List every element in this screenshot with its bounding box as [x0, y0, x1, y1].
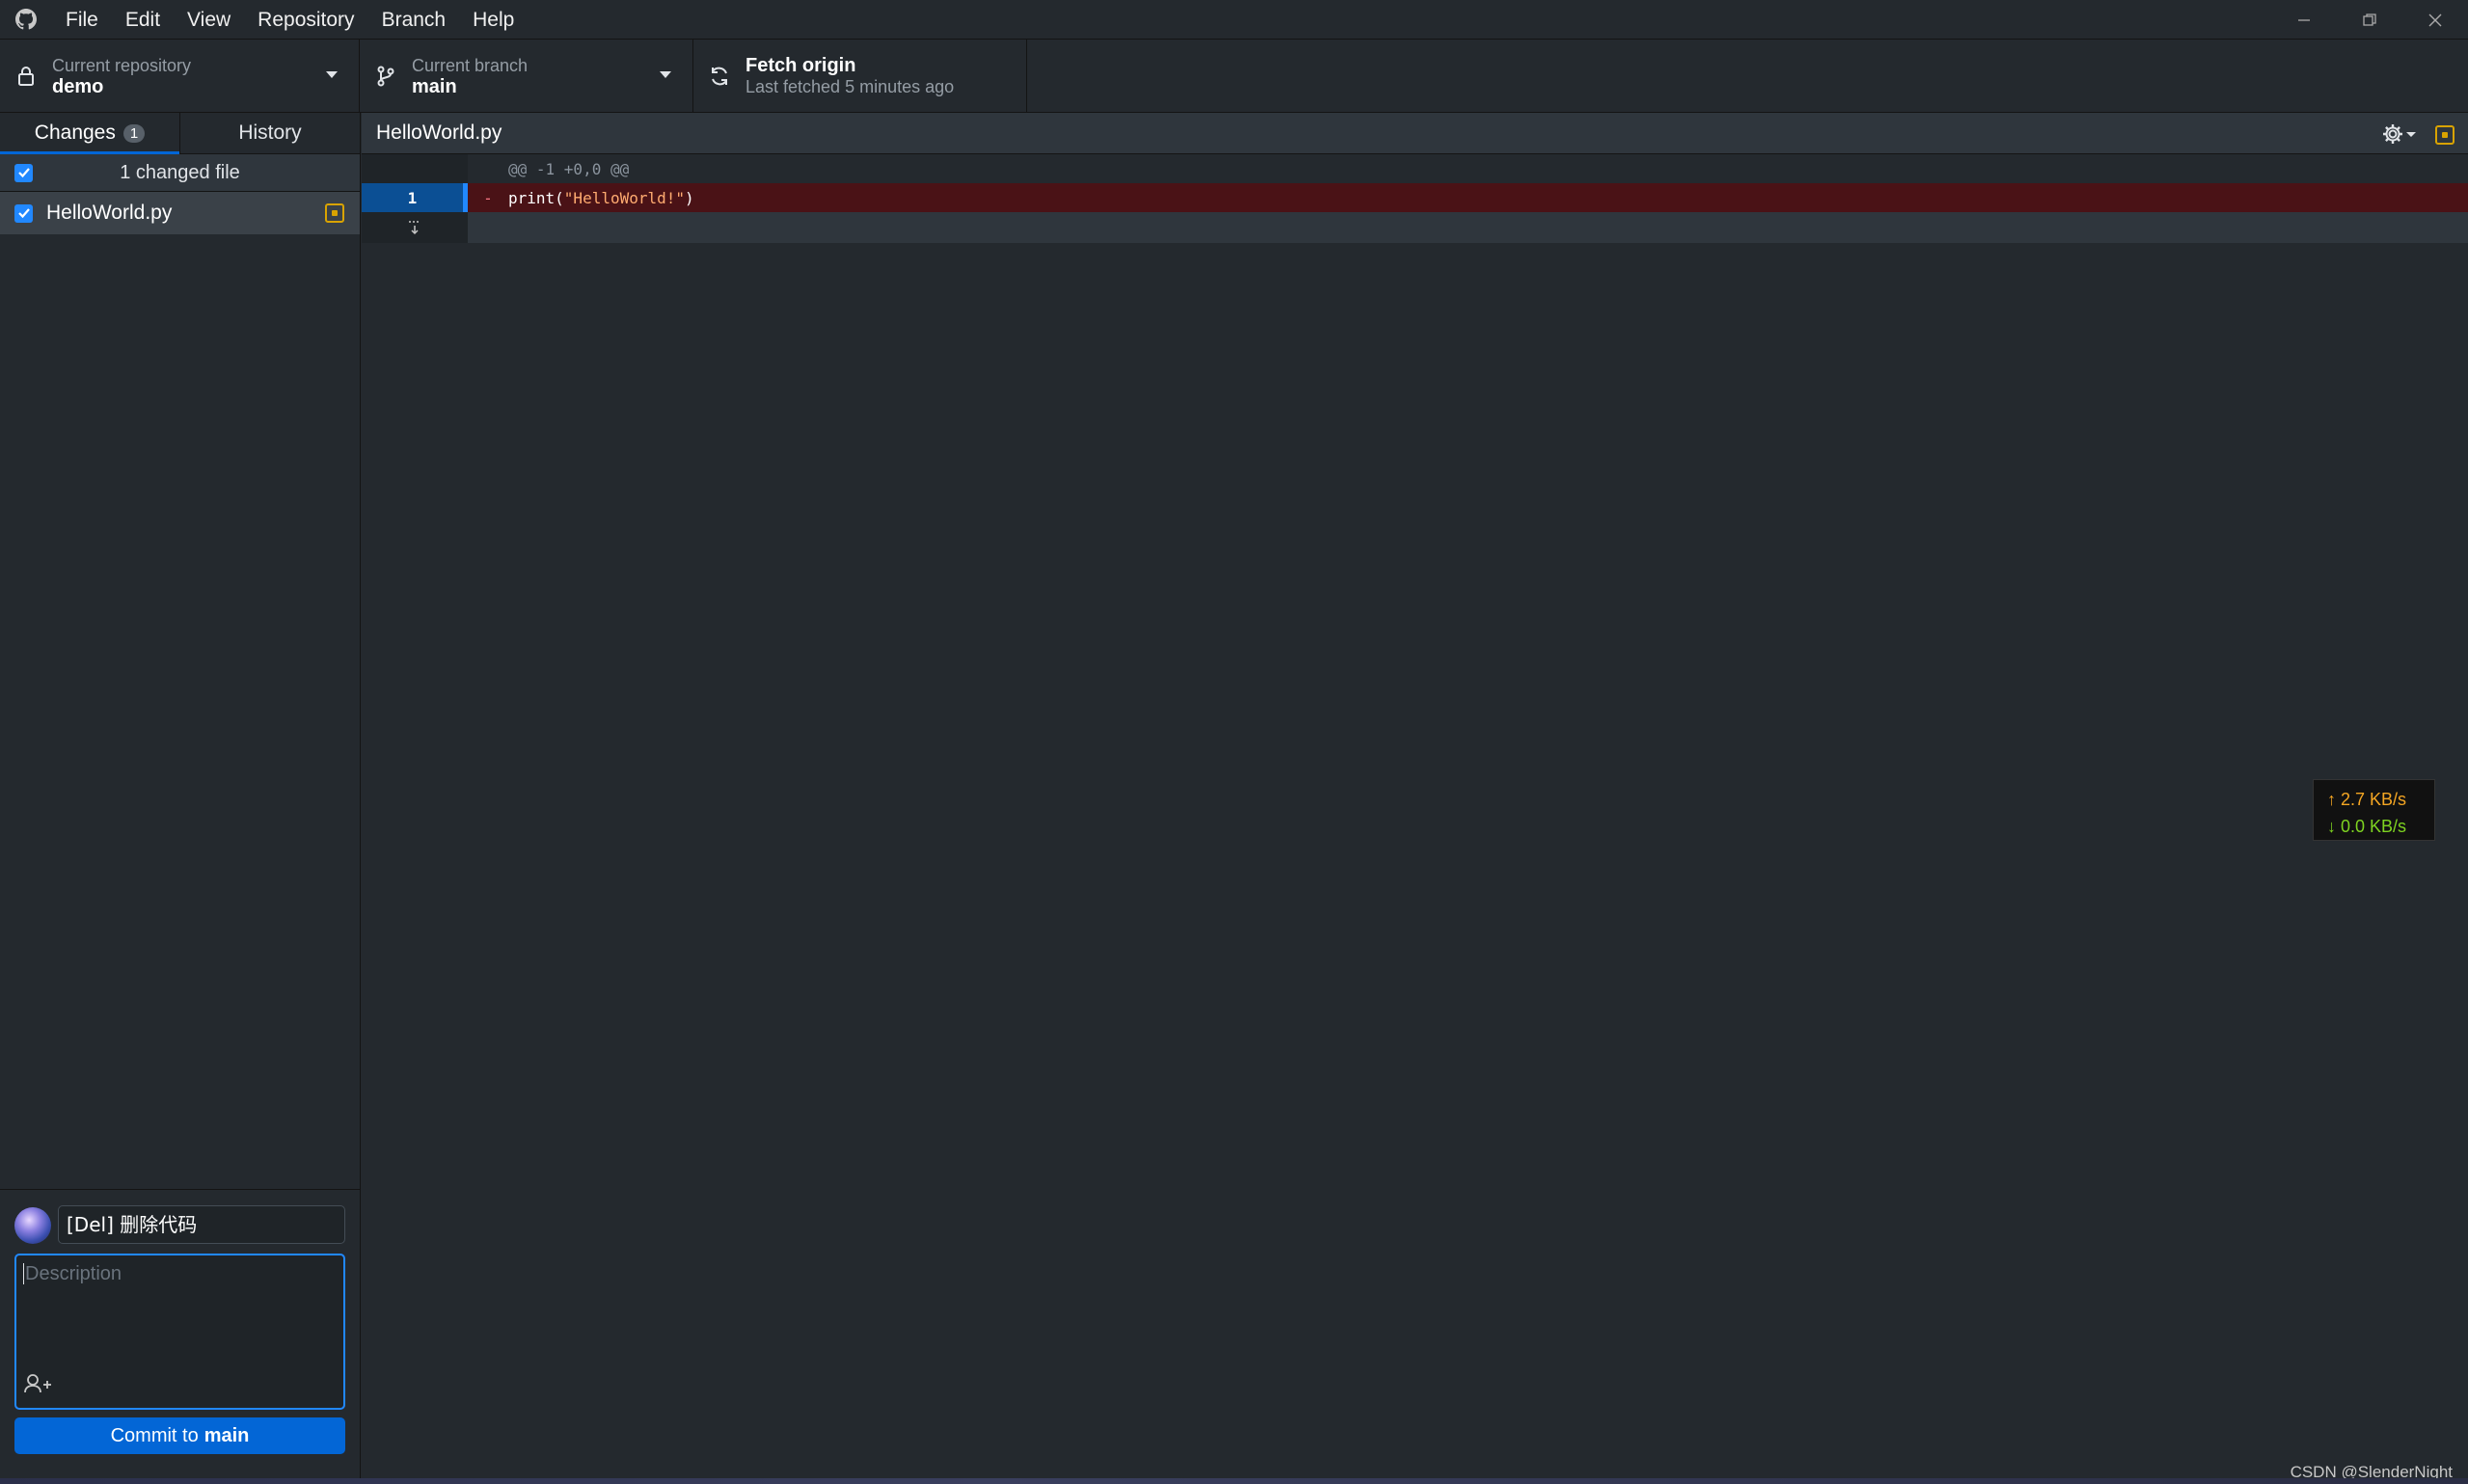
commit-button[interactable]: Commit to main	[14, 1417, 345, 1454]
current-repository-label: Current repository	[52, 55, 192, 75]
minimize-icon	[2298, 18, 2310, 21]
deletion-sign: -	[483, 188, 493, 207]
last-fetched-text: Last fetched 5 minutes ago	[746, 76, 955, 96]
description-placeholder: Description	[25, 1263, 122, 1284]
code-string: "HelloWorld!"	[563, 188, 686, 207]
menu-file[interactable]: File	[52, 0, 112, 40]
sync-icon	[693, 66, 746, 87]
network-speed-widget: ↑ 2.7 KB/s ↓ 0.0 KB/s	[2313, 779, 2435, 841]
file-name: HelloWorld.py	[46, 202, 173, 224]
chevron-down-icon	[660, 71, 671, 78]
modified-status-icon	[2435, 125, 2454, 145]
sidebar-tabs: Changes 1 History	[0, 113, 360, 154]
window-controls	[2271, 0, 2468, 40]
current-repository-value: demo	[52, 75, 104, 97]
changes-header: 1 changed file	[0, 154, 360, 192]
line-number[interactable]: 1	[362, 183, 468, 212]
commit-button-branch: main	[203, 1424, 250, 1446]
diff-options-button[interactable]	[2381, 122, 2418, 146]
current-branch-value: main	[412, 75, 457, 97]
code-suffix: )	[685, 188, 694, 207]
line-gutter	[362, 154, 468, 183]
expand-down-icon	[409, 221, 420, 235]
modified-status-icon	[325, 203, 344, 223]
chevron-down-icon	[326, 71, 338, 78]
restore-icon	[2363, 13, 2376, 26]
text-caret	[23, 1263, 24, 1284]
list-item[interactable]: HelloWorld.py	[0, 192, 360, 234]
fetch-origin-button[interactable]: Fetch origin Last fetched 5 minutes ago	[693, 40, 1027, 112]
code-prefix: print(	[508, 188, 564, 207]
check-icon	[17, 168, 30, 178]
menu-repository[interactable]: Repository	[244, 0, 367, 40]
diff-content: @@ -1 +0,0 @@ 1 - print("HelloWorld!")	[362, 154, 2468, 243]
github-logo-icon[interactable]	[0, 0, 52, 40]
expand-down-button[interactable]	[362, 212, 468, 243]
current-repository-button[interactable]: Current repository demo	[0, 40, 360, 112]
avatar	[14, 1207, 51, 1244]
changed-files-count: 1 changed file	[120, 161, 240, 183]
check-icon	[17, 208, 30, 219]
commit-description-input[interactable]: Description	[14, 1254, 345, 1410]
close-button[interactable]	[2402, 0, 2468, 40]
gear-icon	[2383, 124, 2402, 144]
hunk-header: @@ -1 +0,0 @@	[362, 154, 2468, 183]
commit-button-prefix: Commit to	[110, 1424, 199, 1446]
restore-button[interactable]	[2337, 0, 2402, 40]
deleted-line[interactable]: 1 - print("HelloWorld!")	[362, 183, 2468, 212]
tab-changes-label: Changes	[34, 121, 116, 144]
close-icon	[2428, 13, 2442, 26]
line-code: print("HelloWorld!")	[508, 189, 694, 207]
minimize-button[interactable]	[2271, 0, 2337, 40]
commit-summary-input[interactable]: [Del] 删除代码	[58, 1205, 345, 1244]
title-bar: File Edit View Repository Branch Help	[0, 0, 2468, 40]
menu-bar: File Edit View Repository Branch Help	[52, 0, 528, 40]
download-speed: ↓ 0.0 KB/s	[2327, 817, 2407, 836]
current-branch-label: Current branch	[412, 55, 529, 75]
menu-edit[interactable]: Edit	[112, 0, 174, 40]
menu-view[interactable]: View	[174, 0, 244, 40]
menu-help[interactable]: Help	[459, 0, 528, 40]
chevron-down-icon	[2406, 132, 2416, 137]
menu-branch[interactable]: Branch	[368, 0, 460, 40]
tab-history[interactable]: History	[179, 113, 360, 153]
hunk-header-text: @@ -1 +0,0 @@	[508, 159, 630, 178]
diff-pane: HelloWorld.py @@ -1 +0,0 @@ 1 - print("H…	[362, 113, 2468, 1484]
diff-header: HelloWorld.py	[362, 113, 2468, 154]
branch-icon	[360, 66, 412, 87]
toolbar: Current repository demo Current branch m…	[0, 40, 2468, 113]
tab-changes[interactable]: Changes 1	[0, 113, 179, 154]
current-branch-button[interactable]: Current branch main	[360, 40, 693, 112]
commit-form: [Del] 删除代码 Description Commit to main	[0, 1189, 360, 1484]
upload-speed: ↑ 2.7 KB/s	[2327, 790, 2407, 809]
add-coauthor-icon[interactable]	[23, 1373, 52, 1400]
taskbar-edge	[0, 1478, 2468, 1484]
lock-icon	[0, 66, 52, 87]
fetch-origin-label: Fetch origin	[746, 54, 856, 76]
diff-filename: HelloWorld.py	[376, 121, 502, 144]
changes-count-badge: 1	[122, 123, 146, 143]
select-all-checkbox[interactable]	[14, 163, 33, 182]
file-checkbox[interactable]	[14, 203, 33, 223]
expand-row	[362, 212, 2468, 243]
sidebar: Changes 1 History 1 changed file HelloWo…	[0, 113, 361, 1484]
